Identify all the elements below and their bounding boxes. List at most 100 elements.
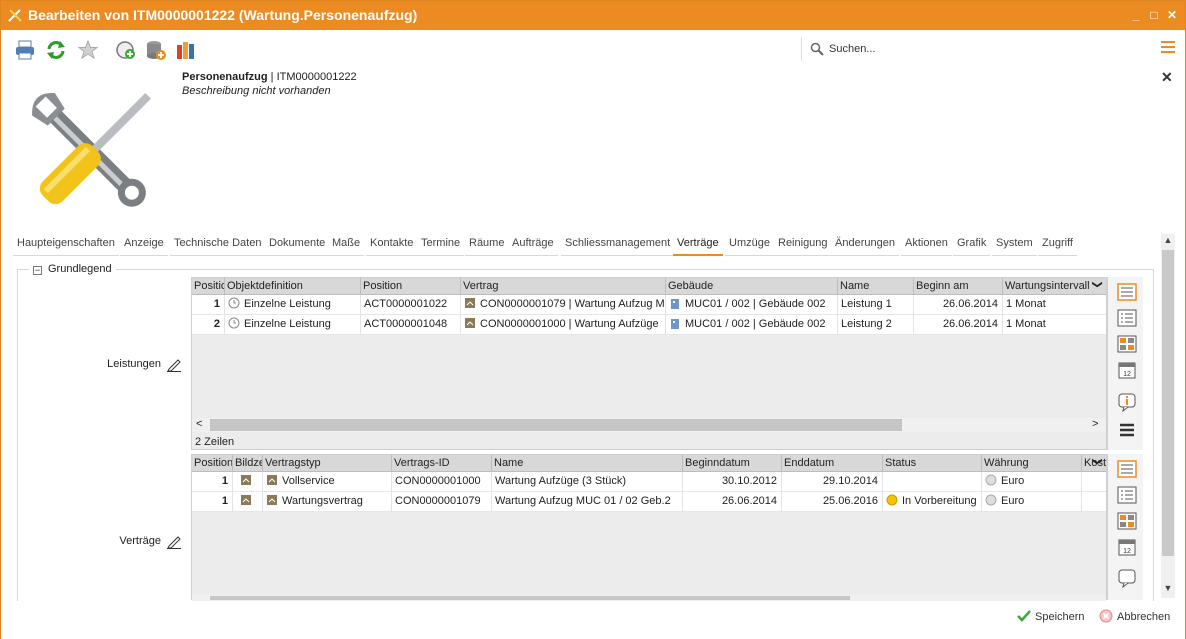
col-wartungsintervall[interactable]: Wartungsintervall bbox=[1003, 278, 1106, 295]
tile-view-icon[interactable] bbox=[1117, 511, 1137, 531]
col-status[interactable]: Status bbox=[883, 455, 982, 472]
favorite-star-icon[interactable] bbox=[77, 39, 99, 61]
detail-list-icon[interactable] bbox=[1117, 308, 1137, 328]
scroll-right-arrow[interactable]: > bbox=[1092, 418, 1098, 430]
comment-icon[interactable] bbox=[1117, 568, 1137, 588]
col-gebaeude[interactable]: Gebäude bbox=[666, 278, 838, 295]
menu-icon[interactable] bbox=[1117, 420, 1137, 440]
print-icon[interactable] bbox=[14, 39, 36, 61]
col-bildzeichen[interactable]: Bildze bbox=[233, 455, 263, 472]
tab-zugriff[interactable]: Zugriff bbox=[1038, 234, 1077, 256]
vertical-scrollbar[interactable]: ▲ ▼ bbox=[1161, 234, 1175, 598]
maximize-button[interactable]: □ bbox=[1147, 8, 1161, 22]
database-add-icon[interactable] bbox=[145, 39, 167, 61]
cell-objektdefinition: Einzelne Leistung bbox=[225, 315, 361, 335]
col-name[interactable]: Name bbox=[492, 455, 683, 472]
tab-technische-daten[interactable]: Technische Daten bbox=[170, 234, 266, 256]
tab-aenderungen[interactable]: Änderungen bbox=[831, 234, 899, 256]
tab-grafik[interactable]: Grafik bbox=[953, 234, 991, 256]
edit-pencil-icon[interactable] bbox=[166, 356, 182, 372]
table-row[interactable]: 2 Einzelne Leistung ACT0000001048 CON000… bbox=[192, 315, 1106, 335]
list-view-icon[interactable] bbox=[1117, 459, 1137, 479]
search-field[interactable]: Suchen... bbox=[801, 37, 1141, 61]
col-beginn-am[interactable]: Beginn am bbox=[914, 278, 1003, 295]
scroll-thumb[interactable] bbox=[210, 596, 850, 600]
scroll-up-arrow[interactable]: ▲ bbox=[1161, 235, 1175, 249]
column-menu-icon[interactable]: ❯ bbox=[1092, 457, 1103, 465]
status-pending-icon bbox=[886, 494, 898, 506]
group-header[interactable]: − Grundlegend bbox=[29, 263, 116, 275]
close-header-button[interactable]: ✕ bbox=[1161, 69, 1173, 86]
scroll-thumb[interactable] bbox=[210, 419, 902, 431]
building-icon bbox=[671, 299, 679, 309]
contract-icon bbox=[241, 495, 251, 505]
object-title: Personenaufzug | ITM0000001222 bbox=[182, 71, 357, 83]
col-name[interactable]: Name bbox=[838, 278, 914, 295]
tab-dokumente[interactable]: Dokumente bbox=[265, 234, 330, 256]
col-position[interactable]: Positio bbox=[192, 278, 225, 295]
vertraege-label: Verträge bbox=[119, 535, 161, 547]
cancel-button[interactable]: Abbrechen bbox=[1099, 609, 1170, 623]
minimize-button[interactable]: _ bbox=[1129, 8, 1143, 22]
tab-masse[interactable]: Maße bbox=[328, 234, 365, 256]
col-position[interactable]: Position bbox=[192, 455, 233, 472]
tab-schliessmanagement[interactable]: Schliessmanagement bbox=[561, 234, 675, 256]
col-objektdefinition[interactable]: Objektdefinition bbox=[225, 278, 361, 295]
tab-vertraege[interactable]: Verträge bbox=[673, 234, 723, 256]
col-beginndatum[interactable]: Beginndatum bbox=[683, 455, 782, 472]
table-row[interactable]: 1 Wartungsvertrag CON0000001079 Wartung … bbox=[192, 492, 1106, 512]
calendar-icon[interactable]: 12 bbox=[1117, 360, 1137, 380]
calendar-icon[interactable]: 12 bbox=[1117, 537, 1137, 557]
col-vertragstyp[interactable]: Vertragstyp bbox=[263, 455, 392, 472]
tile-view-icon[interactable] bbox=[1117, 334, 1137, 354]
tab-aktionen[interactable]: Aktionen bbox=[901, 234, 952, 256]
table-row[interactable]: 1 Einzelne Leistung ACT0000001022 CON000… bbox=[192, 295, 1106, 315]
close-window-button[interactable]: ✕ bbox=[1165, 8, 1179, 22]
scroll-left-arrow[interactable]: < bbox=[196, 418, 202, 430]
tab-haupteigenschaften[interactable]: Haupteigenschaften bbox=[13, 234, 119, 256]
horizontal-scrollbar[interactable]: < > bbox=[192, 418, 1106, 432]
save-button[interactable]: Speichern bbox=[1017, 609, 1085, 623]
tab-kontakte[interactable]: Kontakte bbox=[366, 234, 418, 256]
object-id: ITM0000001222 bbox=[276, 71, 357, 83]
list-view-icon[interactable] bbox=[1117, 282, 1137, 302]
books-icon[interactable] bbox=[175, 39, 197, 61]
col-waehrung[interactable]: Währung bbox=[982, 455, 1082, 472]
tab-system[interactable]: System bbox=[992, 234, 1037, 256]
table-row[interactable]: 1 Vollservice CON0000001000 Wartung Aufz… bbox=[192, 472, 1106, 492]
column-menu-icon[interactable]: ❯ bbox=[1092, 280, 1103, 288]
cell-activity-id: ACT0000001048 bbox=[361, 315, 461, 335]
cell-wartungsintervall: 1 Monat bbox=[1006, 298, 1046, 310]
tab-raeume[interactable]: Räume bbox=[465, 234, 509, 256]
contract-icon bbox=[465, 318, 475, 328]
refresh-icon[interactable] bbox=[45, 39, 67, 61]
collapse-toggle[interactable]: − bbox=[33, 266, 42, 275]
vertraege-grid: Position Bildze Vertragstyp Vertrags-ID … bbox=[191, 454, 1107, 601]
detail-list-icon[interactable] bbox=[1117, 485, 1137, 505]
col-vertrags-id[interactable]: Vertrags-ID bbox=[392, 455, 492, 472]
cell-position: 1 bbox=[192, 492, 233, 512]
tab-reinigung[interactable]: Reinigung bbox=[774, 234, 832, 256]
svg-text:12: 12 bbox=[1123, 371, 1131, 378]
edit-pencil-icon[interactable] bbox=[166, 533, 182, 549]
cell-vertrag: CON0000001079 | Wartung Aufzug M bbox=[461, 295, 666, 315]
col-position-id[interactable]: Position bbox=[361, 278, 461, 295]
tab-auftraege[interactable]: Aufträge bbox=[508, 234, 558, 256]
cell-name: Leistung 1 bbox=[838, 295, 914, 315]
building-icon bbox=[671, 319, 679, 329]
col-enddatum[interactable]: Enddatum bbox=[782, 455, 883, 472]
title-bar: Bearbeiten von ITM0000001222 (Wartung.Pe… bbox=[1, 1, 1185, 30]
cell-text: MUC01 / 002 | Gebäude 002 bbox=[685, 298, 826, 310]
tab-termine[interactable]: Termine bbox=[417, 234, 465, 256]
tab-umzuege[interactable]: Umzüge bbox=[725, 234, 774, 256]
info-icon[interactable] bbox=[1117, 392, 1137, 412]
main-menu-icon[interactable] bbox=[1161, 41, 1175, 55]
scroll-down-arrow[interactable]: ▼ bbox=[1161, 583, 1175, 597]
tab-anzeige[interactable]: Anzeige bbox=[120, 234, 168, 256]
col-vertrag[interactable]: Vertrag bbox=[461, 278, 666, 295]
scroll-thumb[interactable] bbox=[1162, 250, 1174, 556]
cell-gebaeude: MUC01 / 002 | Gebäude 002 bbox=[666, 295, 838, 315]
save-label: Speichern bbox=[1035, 611, 1085, 623]
add-view-icon[interactable] bbox=[115, 39, 137, 61]
cell-text: Einzelne Leistung bbox=[244, 298, 331, 310]
